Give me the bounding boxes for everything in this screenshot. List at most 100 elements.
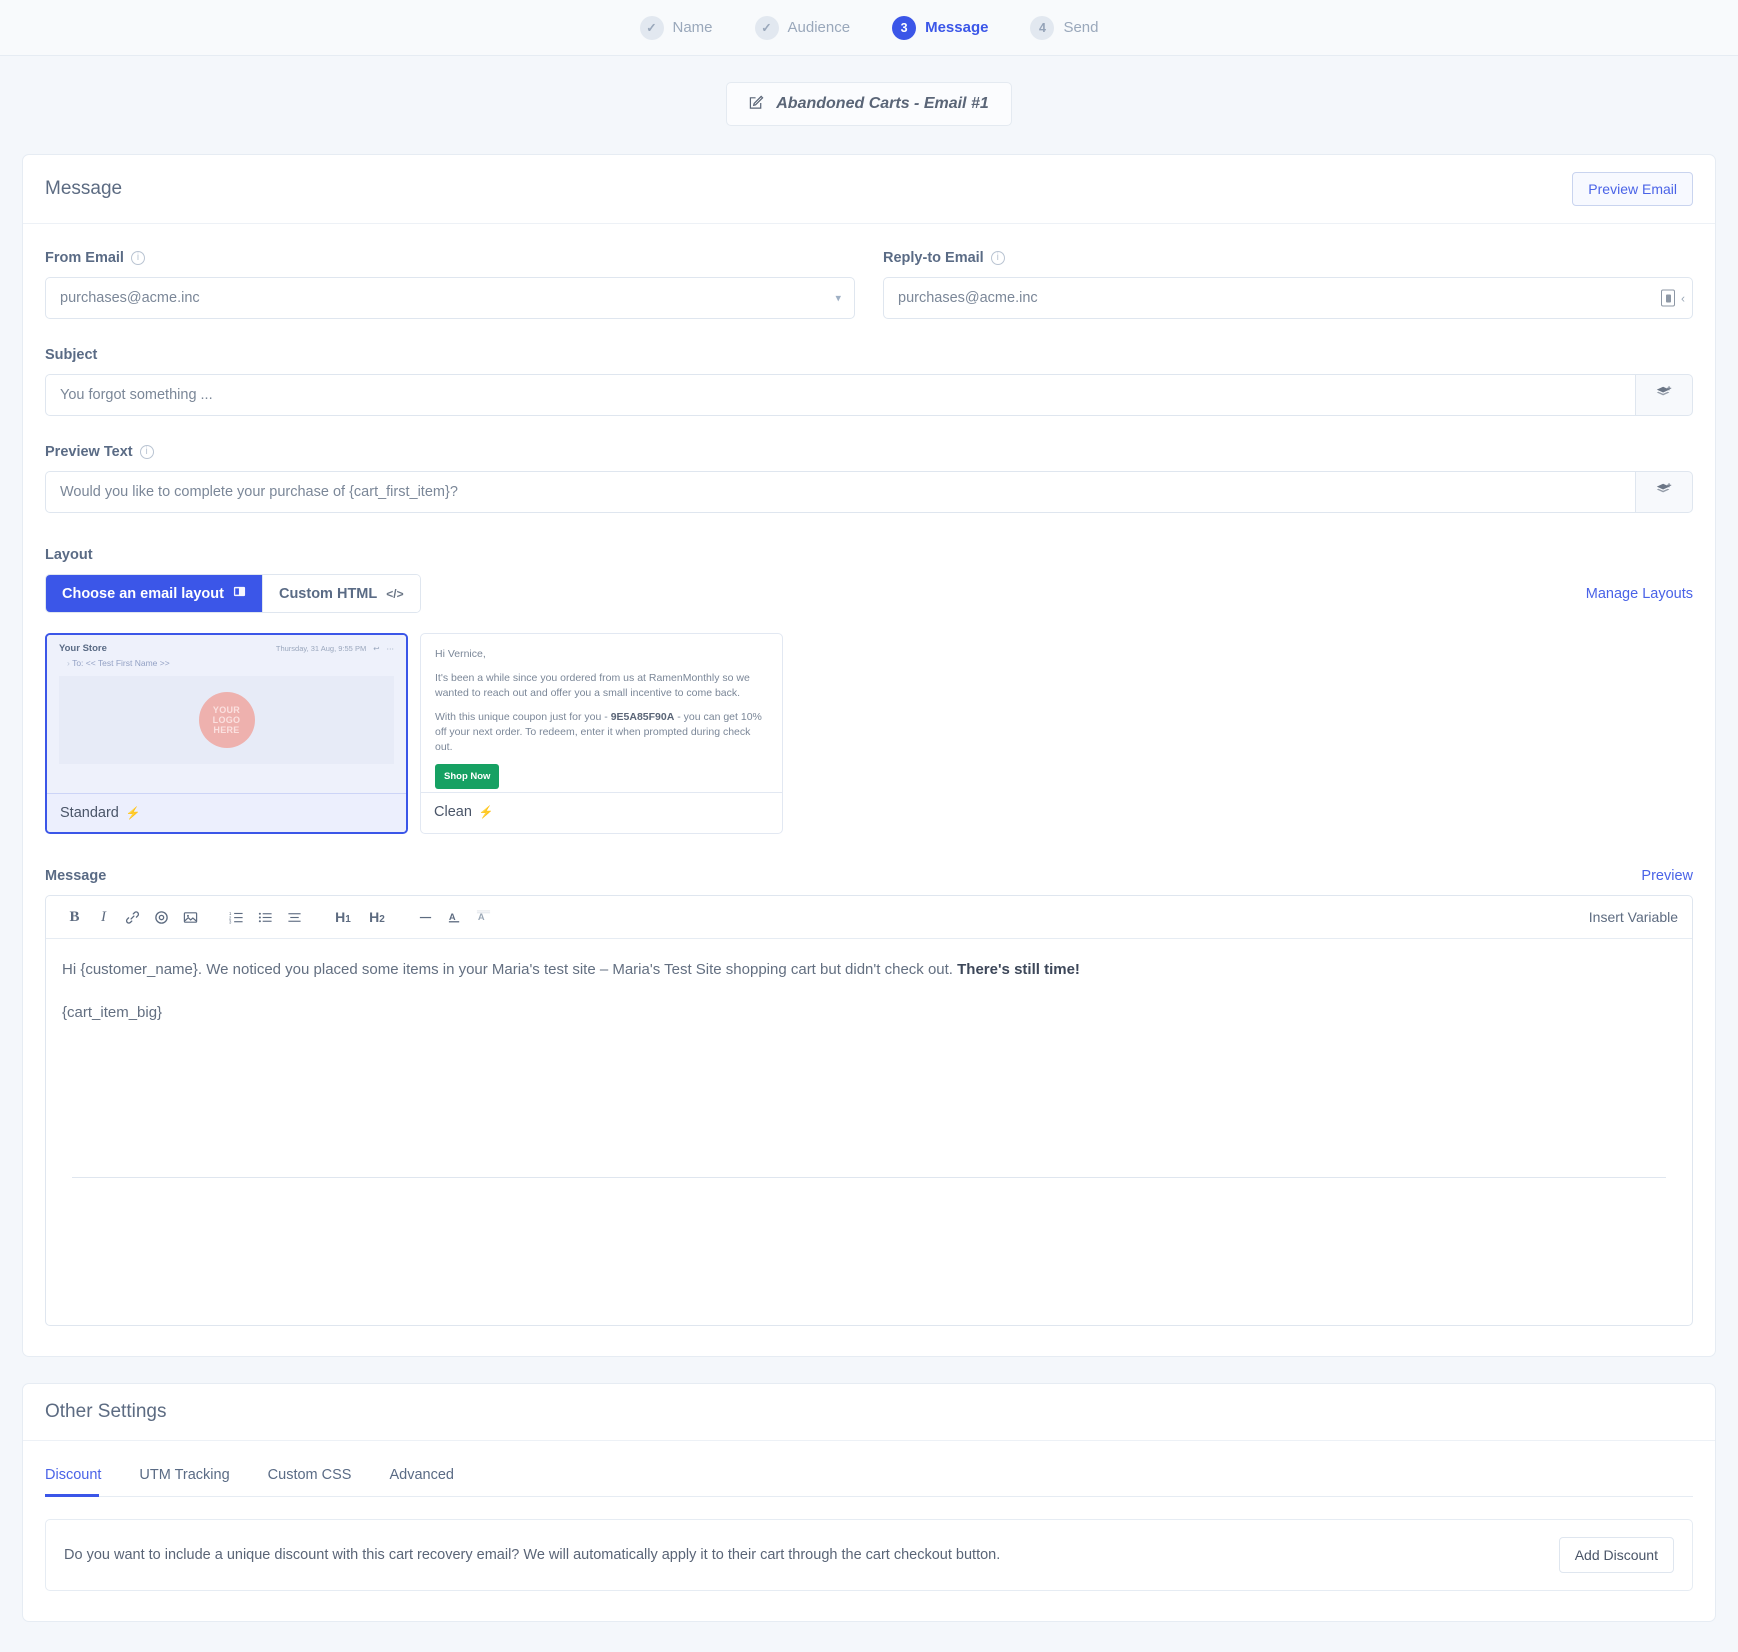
other-settings-body: Discount UTM Tracking Custom CSS Advance…	[23, 1441, 1715, 1621]
step-audience[interactable]: ✓ Audience	[754, 15, 850, 40]
heading-1-icon[interactable]: H1	[326, 904, 360, 930]
insert-variable-icon	[1655, 384, 1673, 406]
preview-email-button[interactable]: Preview Email	[1572, 172, 1693, 206]
preview-link[interactable]: Preview	[1641, 868, 1693, 884]
tab-advanced[interactable]: Advanced	[370, 1467, 473, 1496]
subject-group: Subject You forgot something ...	[45, 347, 1693, 416]
info-icon[interactable]: i	[130, 251, 145, 265]
message-editor-body[interactable]: Hi {customer_name}. We noticed you place…	[46, 939, 1692, 1325]
unordered-list-icon[interactable]	[251, 904, 280, 930]
editor-divider	[72, 1177, 1666, 1178]
bold-icon[interactable]: B	[60, 904, 89, 930]
text-color-icon[interactable]: A	[440, 904, 469, 930]
subject-label-text: Subject	[45, 347, 98, 363]
layout-card-standard[interactable]: Your Store Thursday, 31 Aug, 9:55 PM ↩ ⋯…	[45, 633, 408, 834]
step-send[interactable]: 4 Send	[1030, 15, 1099, 40]
logo-line-1: YOUR	[212, 705, 241, 715]
step-send-label: Send	[1063, 19, 1099, 36]
align-icon[interactable]	[280, 904, 309, 930]
lightning-icon: ⚡	[125, 806, 141, 820]
svg-text:A: A	[478, 912, 485, 922]
campaign-name-text: Abandoned Carts - Email #1	[776, 95, 989, 112]
ellipsis-icon: ⋯	[386, 644, 395, 653]
step-audience-badge: ✓	[754, 15, 779, 40]
tab-choose-email-layout[interactable]: Choose an email layout	[46, 575, 262, 612]
logo-line-2: LOGO	[212, 715, 241, 725]
autofill-icon[interactable]: ‹	[1661, 289, 1685, 307]
reply-to-email-input[interactable]: purchases@acme.inc	[883, 277, 1693, 319]
page-title: Message	[45, 178, 123, 199]
from-email-label: From Email i	[45, 250, 855, 266]
discount-description: Do you want to include a unique discount…	[64, 1547, 1001, 1563]
tab-discount[interactable]: Discount	[45, 1467, 120, 1496]
logo-placeholder-icon: YOUR LOGO HERE	[198, 692, 255, 748]
from-email-label-text: From Email	[45, 250, 124, 266]
step-send-badge: 4	[1030, 15, 1055, 40]
tab-custom-css[interactable]: Custom CSS	[249, 1467, 371, 1496]
chevron-down-icon[interactable]: ▾	[835, 292, 841, 305]
editor-toolbar: B I 123 H1 H2 A A Insert Variable	[46, 896, 1692, 939]
other-settings-card: Other Settings Discount UTM Tracking Cus…	[22, 1383, 1716, 1622]
link-icon[interactable]	[118, 904, 147, 930]
clean-coupon-code: 9E5A85F90A	[610, 711, 675, 723]
italic-icon[interactable]: I	[89, 904, 118, 930]
message-editor: B I 123 H1 H2 A A Insert Variable Hi {cu…	[45, 895, 1693, 1326]
message-body-line-2: {cart_item_big}	[62, 1004, 163, 1021]
image-icon[interactable]	[176, 904, 205, 930]
code-icon: </>	[386, 586, 404, 601]
from-email-input-wrap: purchases@acme.inc ▾	[45, 277, 855, 319]
message-card-body: From Email i purchases@acme.inc ▾ Reply-…	[23, 224, 1715, 1356]
tab-custom-html[interactable]: Custom HTML </>	[261, 575, 420, 612]
preview-date: Thursday, 31 Aug, 9:55 PM	[275, 644, 367, 653]
subject-insert-variable-button[interactable]	[1635, 374, 1693, 416]
reply-to-email-label: Reply-to Email i	[883, 250, 1693, 266]
target-icon[interactable]	[147, 904, 176, 930]
pencil-square-icon	[749, 95, 764, 113]
tab-active-underline	[45, 1494, 99, 1497]
preview-text-group: Preview Text i Would you like to complet…	[45, 444, 1693, 513]
step-message-label: Message	[925, 19, 989, 36]
preview-text-label-text: Preview Text	[45, 444, 133, 460]
info-icon[interactable]: i	[990, 251, 1005, 265]
step-name[interactable]: ✓ Name	[639, 15, 713, 40]
horizontal-rule-icon[interactable]	[411, 904, 440, 930]
layout-card-clean[interactable]: Hi Vernice, It's been a while since you …	[420, 633, 783, 834]
heading-2-icon[interactable]: H2	[360, 904, 394, 930]
layout-icon	[233, 585, 246, 602]
preview-text-input[interactable]: Would you like to complete your purchase…	[45, 471, 1636, 513]
insert-variable-button[interactable]: Insert Variable	[1589, 909, 1678, 925]
message-editor-label: Message	[45, 868, 106, 884]
message-body-text: Hi {customer_name}. We noticed you place…	[62, 961, 958, 978]
preview-recipient-text: To: << Test First Name >>	[72, 658, 170, 668]
from-email-input[interactable]: purchases@acme.inc	[45, 277, 855, 319]
other-settings-title: Other Settings	[45, 1401, 167, 1422]
clean-shop-now-button[interactable]: Shop Now	[435, 764, 500, 789]
preview-text-input-row: Would you like to complete your purchase…	[45, 471, 1693, 513]
subject-label: Subject	[45, 347, 1693, 363]
clear-format-icon[interactable]: A	[469, 904, 498, 930]
campaign-name-pill[interactable]: Abandoned Carts - Email #1	[726, 82, 1012, 126]
message-editor-label-text: Message	[45, 868, 107, 884]
layout-clean-name: Clean	[434, 804, 472, 820]
info-icon[interactable]: i	[139, 445, 154, 459]
message-card-header: Message Preview Email	[23, 155, 1715, 224]
add-discount-button[interactable]: Add Discount	[1558, 1537, 1674, 1573]
layout-mode-tabs: Choose an email layout Custom HTML </>	[45, 574, 421, 613]
layout-label-text: Layout	[45, 547, 93, 563]
lightning-icon: ⚡	[478, 805, 494, 819]
ordered-list-icon[interactable]: 123	[222, 904, 251, 930]
tab-utm-tracking[interactable]: UTM Tracking	[120, 1467, 248, 1496]
layout-toolbar: Choose an email layout Custom HTML </> M…	[45, 574, 1693, 613]
insert-variable-icon	[1655, 481, 1673, 503]
preview-text-insert-variable-button[interactable]	[1635, 471, 1693, 513]
discount-panel: Do you want to include a unique discount…	[45, 1519, 1693, 1591]
subject-input-row: You forgot something ...	[45, 374, 1693, 416]
subject-input[interactable]: You forgot something ...	[45, 374, 1636, 416]
layout-cards: Your Store Thursday, 31 Aug, 9:55 PM ↩ ⋯…	[45, 633, 1693, 834]
step-message[interactable]: 3 Message	[892, 15, 989, 40]
layout-label: Layout	[45, 547, 1693, 563]
manage-layouts-link[interactable]: Manage Layouts	[1586, 586, 1693, 602]
layout-standard-name: Standard	[60, 805, 119, 821]
message-body-bold: There's still time!	[957, 961, 1080, 978]
